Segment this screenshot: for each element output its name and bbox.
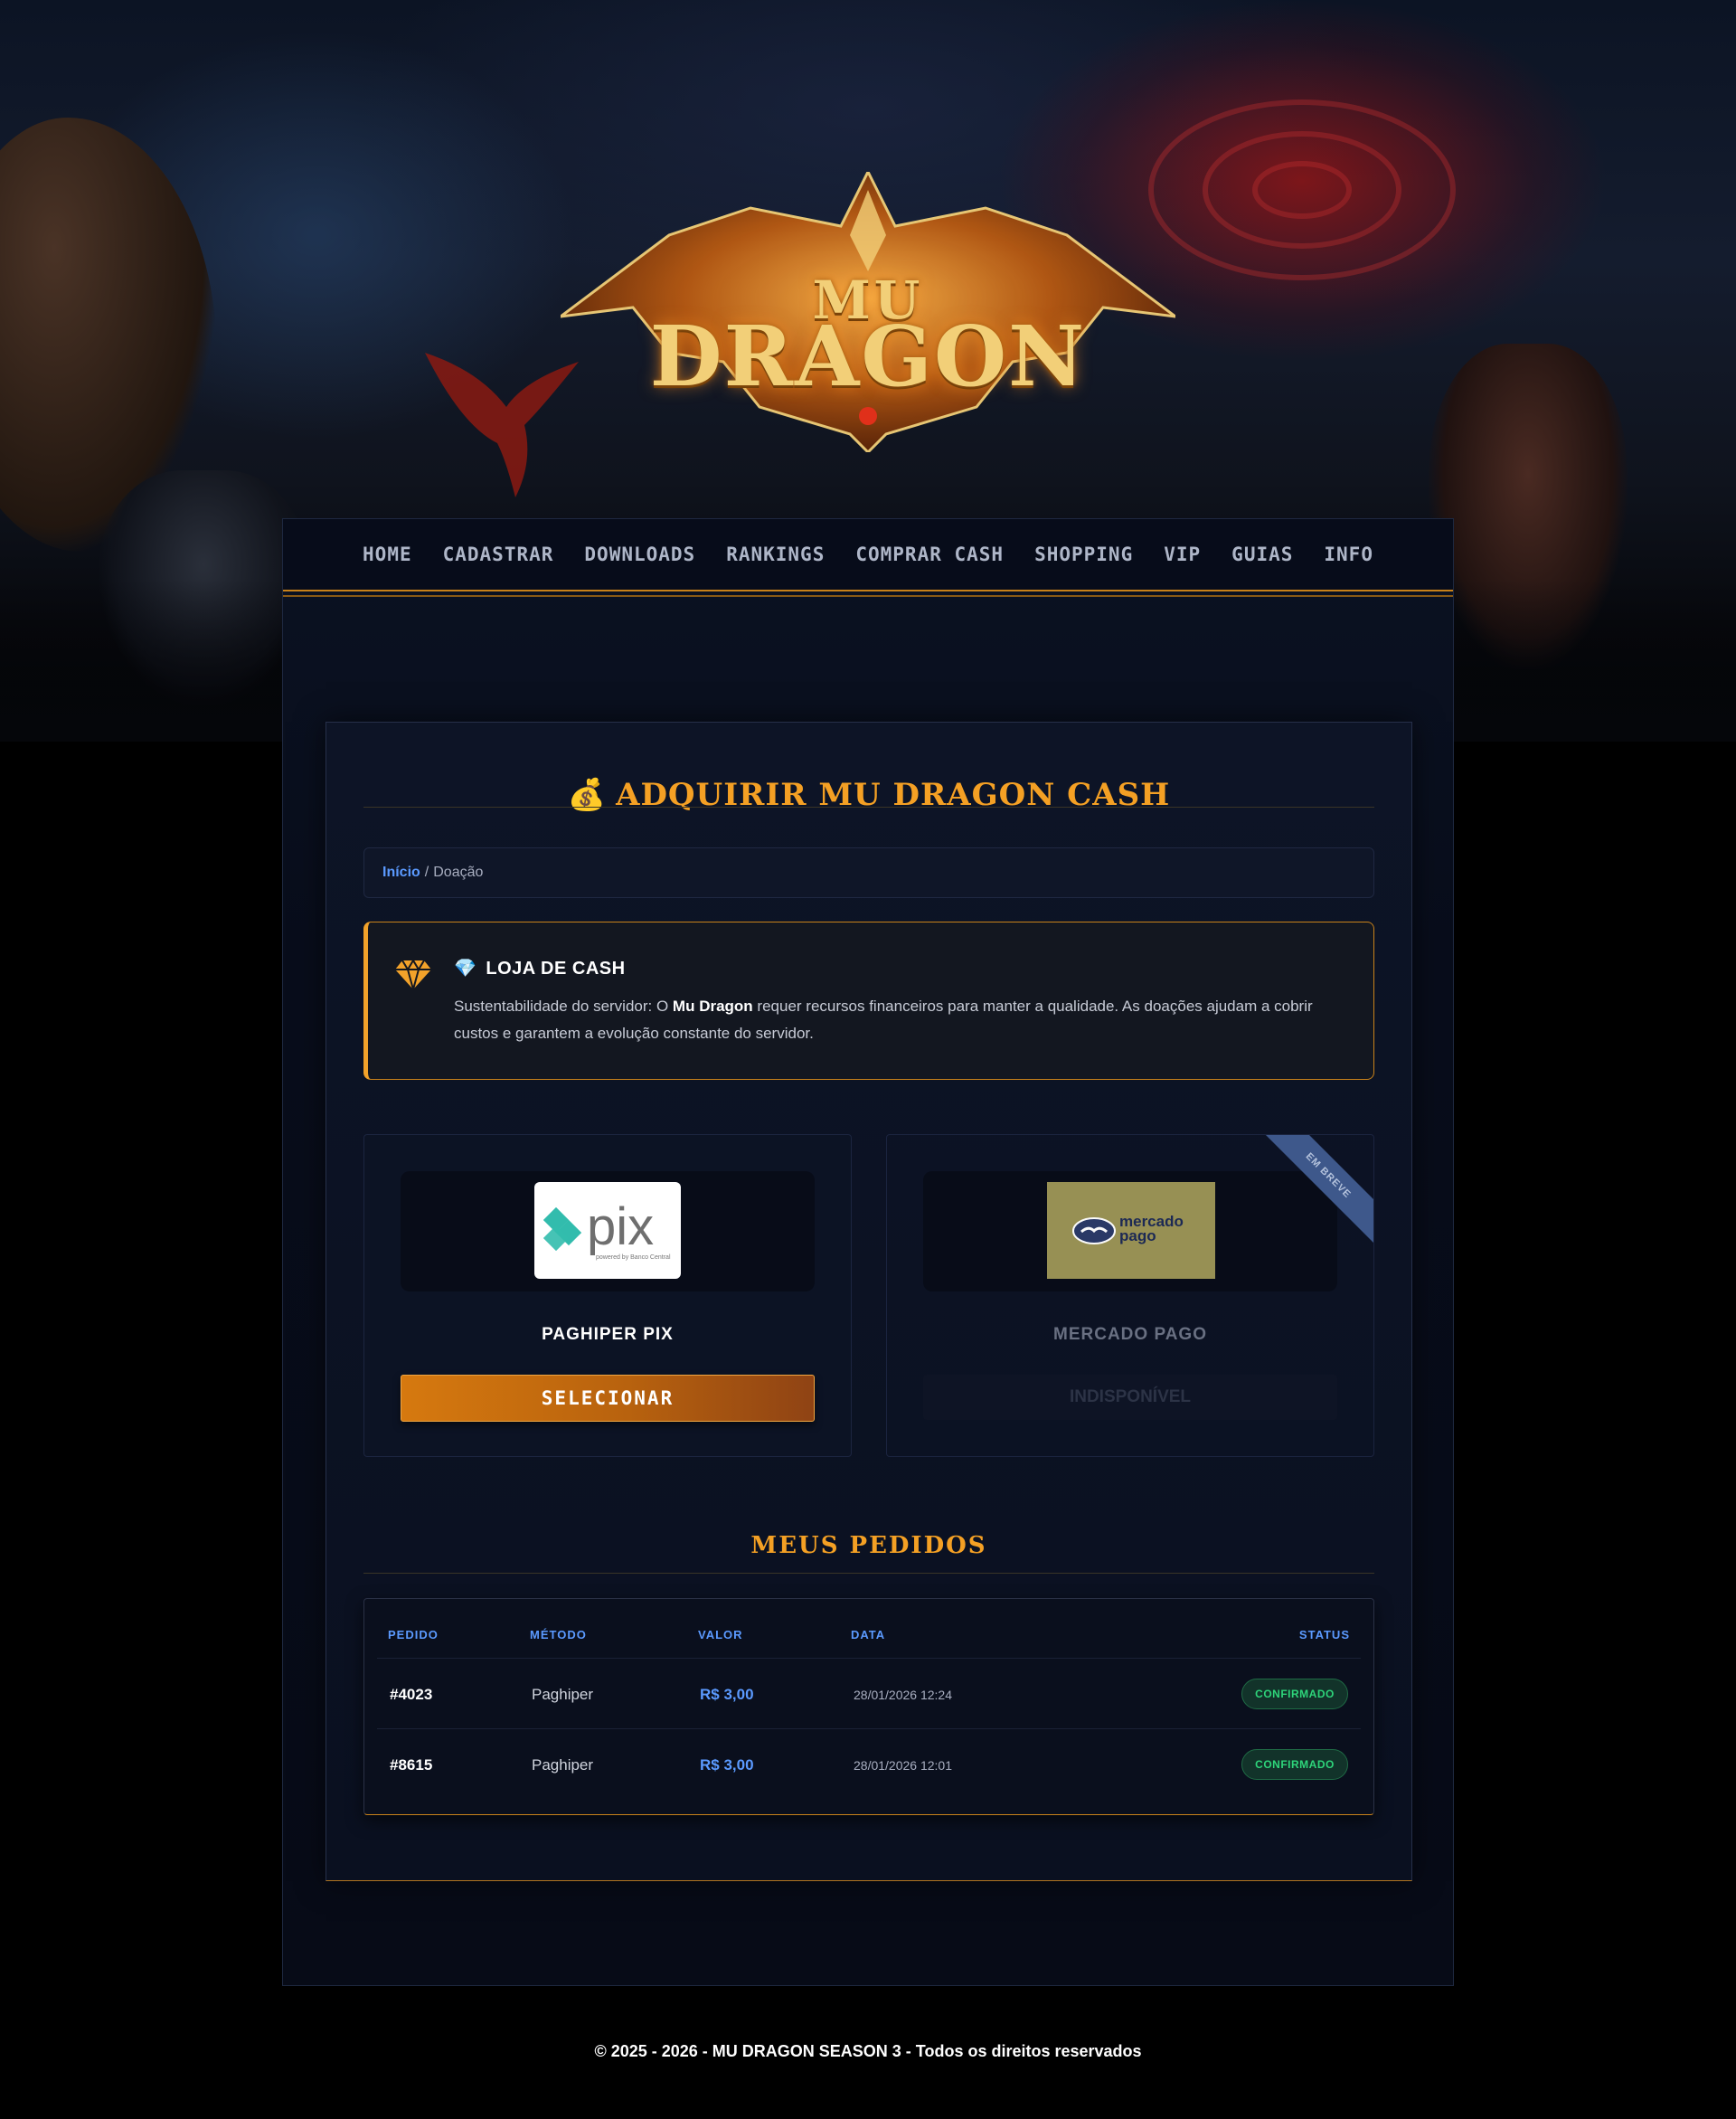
order-id: #4023 bbox=[390, 1686, 433, 1703]
table-row: #8615 Paghiper R$ 3,00 28/01/2026 12:01 … bbox=[377, 1729, 1361, 1800]
handshake-icon bbox=[1072, 1217, 1116, 1244]
order-value: R$ 3,00 bbox=[700, 1756, 754, 1774]
alert-text-part1: Sustentabilidade do servidor: O bbox=[454, 998, 673, 1015]
alert-title-text: LOJA DE CASH bbox=[486, 959, 626, 979]
cash-panel: 💰 ADQUIRIR MU DRAGON CASH Início / Doação… bbox=[326, 722, 1412, 1881]
order-value: R$ 3,00 bbox=[700, 1686, 754, 1703]
alert-title: 💎 LOJA DE CASH bbox=[454, 957, 626, 979]
mercadopago-logo-area: mercado pago bbox=[923, 1171, 1337, 1291]
pix-logo: pix powered by Banco Central bbox=[534, 1182, 681, 1279]
logo-line-dragon: DRAGON bbox=[649, 307, 1087, 405]
nav-vip[interactable]: VIP bbox=[1148, 544, 1216, 565]
breadcrumb: Início / Doação bbox=[363, 847, 1374, 898]
nav-info[interactable]: INFO bbox=[1308, 544, 1389, 565]
gem-icon bbox=[395, 959, 431, 991]
header-status: STATUS bbox=[1298, 1628, 1350, 1641]
mercadopago-logo-line2: pago bbox=[1119, 1227, 1156, 1244]
pix-logo-text: pix bbox=[587, 1197, 655, 1256]
site-logo[interactable]: MU DRAGON bbox=[561, 172, 1175, 452]
table-row: #4023 Paghiper R$ 3,00 28/01/2026 12:24 … bbox=[377, 1659, 1361, 1729]
nav-cadastrar[interactable]: CADASTRAR bbox=[428, 544, 570, 565]
nav-guias[interactable]: GUIAS bbox=[1216, 544, 1308, 565]
status-badge: CONFIRMADO bbox=[1241, 1749, 1348, 1780]
header-data: DATA bbox=[851, 1628, 886, 1641]
nav-home[interactable]: HOME bbox=[347, 544, 428, 565]
header-pedido: PEDIDO bbox=[388, 1628, 439, 1641]
unavailable-button: INDISPONÍVEL bbox=[923, 1375, 1337, 1420]
title-divider bbox=[363, 807, 1374, 808]
order-id: #8615 bbox=[390, 1756, 433, 1774]
breadcrumb-separator: / bbox=[424, 865, 429, 880]
orders-divider bbox=[363, 1573, 1374, 1574]
order-date: 28/01/2026 12:01 bbox=[854, 1758, 952, 1773]
select-pix-button[interactable]: SELECIONAR bbox=[401, 1375, 815, 1422]
diamond-icon: 💎 bbox=[454, 959, 477, 979]
status-badge: CONFIRMADO bbox=[1241, 1679, 1348, 1709]
nav-shopping[interactable]: SHOPPING bbox=[1019, 544, 1148, 565]
footer-copyright: © 2025 - 2026 - MU DRAGON SEASON 3 - Tod… bbox=[594, 2042, 1142, 2060]
breadcrumb-current: Doação bbox=[433, 865, 484, 880]
pix-logo-subtext: powered by Banco Central bbox=[596, 1254, 671, 1261]
orders-table-header: PEDIDO MÉTODO VALOR DATA STATUS bbox=[377, 1599, 1361, 1659]
orders-title: MEUS PEDIDOS bbox=[750, 1532, 987, 1559]
pix-diamond-icon bbox=[542, 1207, 581, 1251]
header-valor: VALOR bbox=[698, 1628, 743, 1641]
mercadopago-logo: mercado pago bbox=[1047, 1182, 1215, 1279]
order-date: 28/01/2026 12:24 bbox=[854, 1688, 952, 1702]
payment-name-mercadopago: MERCADO PAGO bbox=[1053, 1325, 1207, 1344]
page-title: 💰 ADQUIRIR MU DRAGON CASH bbox=[326, 777, 1411, 813]
red-vortex-core bbox=[1252, 161, 1352, 219]
alert-text: Sustentabilidade do servidor: O Mu Drago… bbox=[454, 993, 1340, 1047]
pix-logo-area: pix powered by Banco Central bbox=[401, 1171, 815, 1291]
money-bag-icon: 💰 bbox=[567, 777, 608, 813]
nav-comprar-cash[interactable]: COMPRAR CASH bbox=[840, 544, 1019, 565]
nav-downloads[interactable]: DOWNLOADS bbox=[569, 544, 711, 565]
breadcrumb-home-link[interactable]: Início bbox=[382, 865, 420, 881]
order-method: Paghiper bbox=[532, 1756, 594, 1774]
main-nav: HOME CADASTRAR DOWNLOADS RANKINGS COMPRA… bbox=[283, 519, 1453, 597]
payment-card-mercadopago: mercado pago EM BREVE MERCADO PAGO INDIS… bbox=[886, 1134, 1374, 1457]
header-metodo: MÉTODO bbox=[530, 1628, 587, 1641]
nav-rankings[interactable]: RANKINGS bbox=[711, 544, 840, 565]
order-method: Paghiper bbox=[532, 1686, 594, 1703]
cash-store-alert: 💎 LOJA DE CASH Sustentabilidade do servid… bbox=[363, 922, 1374, 1080]
page-title-text: ADQUIRIR MU DRAGON CASH bbox=[616, 777, 1171, 813]
payment-card-pix: pix powered by Banco Central PAGHIPER PI… bbox=[363, 1134, 852, 1457]
main-container: HOME CADASTRAR DOWNLOADS RANKINGS COMPRA… bbox=[282, 518, 1454, 1986]
orders-table: PEDIDO MÉTODO VALOR DATA STATUS #4023 Pa… bbox=[363, 1598, 1374, 1815]
alert-text-server-name: Mu Dragon bbox=[672, 998, 753, 1015]
payment-name-pix: PAGHIPER PIX bbox=[542, 1325, 674, 1344]
